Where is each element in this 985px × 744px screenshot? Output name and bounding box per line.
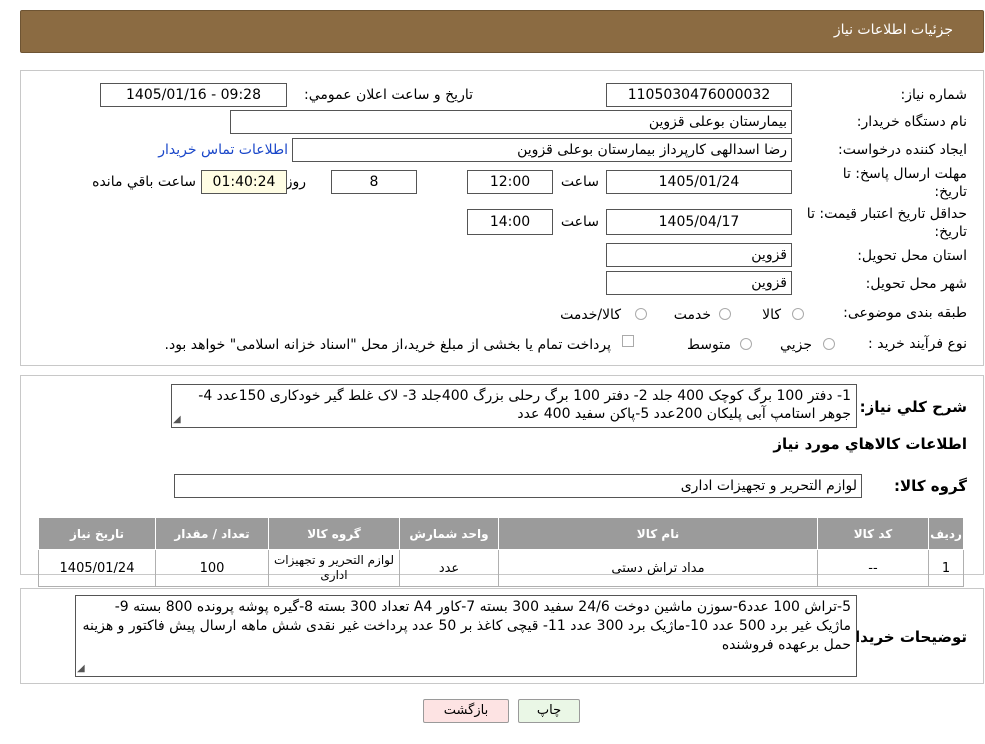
col-row: رديف [928, 517, 964, 550]
col-group: گروه كالا [268, 517, 400, 550]
cell-group: لوازم التحرير و تجهيزات اداری [268, 549, 400, 587]
process-label: نوع فرآيند خريد : [868, 336, 967, 352]
announce-field: 1405/01/16 - 09:28 [100, 83, 287, 107]
category-option-service: خدمت [673, 307, 711, 323]
category-option-both: کالا/خدمت [560, 307, 621, 323]
deadline-time-label: ساعت [560, 174, 599, 190]
deadline-label-date: تاريخ: [934, 184, 967, 200]
need-number-label: شماره نیاز: [900, 87, 968, 103]
buyer-notes-label: توضيحات خريدار: [840, 628, 967, 646]
payment-note: پرداخت تمام یا بخشی از مبلغ خرید،از محل … [164, 337, 611, 353]
col-code: كد كالا [817, 517, 929, 550]
province-label: استان محل تحویل: [857, 248, 967, 264]
city-label: شهر محل تحویل: [865, 276, 967, 292]
creator-field: رضا اسدالهی کارپرداز بیمارستان بوعلی قزو… [292, 138, 792, 162]
goods-section-title: اطلاعات كالاهاي مورد نياز [773, 435, 967, 453]
resize-handle-icon[interactable]: ◢ [173, 414, 181, 425]
province-field: قزوین [606, 243, 792, 267]
validity-label: حداقل تاريخ اعتبار قيمت: تا [806, 206, 967, 222]
col-name: نام كالا [498, 517, 818, 550]
buyer-notes-textarea[interactable]: 5-تراش 100 عدد6-سوزن ماشین دوخت 24/6 سفی… [75, 595, 857, 677]
validity-label-date: تاريخ: [934, 224, 967, 240]
col-unit: واحد شمارش [399, 517, 499, 550]
city-field: قزوین [606, 271, 792, 295]
resize-handle-icon[interactable]: ◢ [77, 663, 85, 674]
buyer-org-label: نام دستگاه خريدار: [856, 114, 967, 130]
deadline-label: مهلت ارسال پاسخ: تا [842, 166, 967, 182]
validity-time-label: ساعت [560, 214, 599, 230]
process-radio-medium[interactable] [740, 338, 752, 350]
col-date: تاريخ نياز [38, 517, 156, 550]
cell-row: 1 [928, 549, 964, 587]
category-option-goods: کالا [762, 307, 781, 323]
deadline-time-field: 12:00 [467, 170, 553, 194]
announce-label: تاریخ و ساعت اعلان عمومي: [304, 87, 473, 103]
category-radio-goods[interactable] [792, 308, 804, 320]
category-label: طبقه بندی موضوعی: [843, 305, 967, 321]
buyer-org-field: بیمارستان بوعلی قزوین [230, 110, 792, 134]
cell-name: مداد تراش دستی [498, 549, 818, 587]
page-header: جزئیات اطلاعات نیاز [20, 10, 984, 53]
days-field: 8 [331, 170, 417, 194]
creator-label: ایجاد کننده درخواست: [838, 142, 967, 158]
category-radio-service[interactable] [719, 308, 731, 320]
validity-time-field: 14:00 [467, 209, 553, 235]
back-button[interactable]: بازگشت [423, 699, 509, 723]
remaining-time-field: 01:40:24 [201, 170, 287, 194]
col-qty: تعداد / مقدار [155, 517, 269, 550]
goods-table-header: رديف كد كالا نام كالا واحد شمارش گروه كا… [38, 517, 964, 550]
summary-label: شرح كلي نياز: [859, 398, 967, 416]
goods-group-field: لوازم التحرير و تجهيزات اداری [174, 474, 862, 498]
process-radio-minor[interactable] [823, 338, 835, 350]
goods-table: رديف كد كالا نام كالا واحد شمارش گروه كا… [38, 517, 964, 587]
print-button[interactable]: چاپ [518, 699, 580, 723]
buyer-contact-link[interactable]: اطلاعات تماس خریدار [158, 142, 288, 158]
category-radio-both[interactable] [635, 308, 647, 320]
need-number-field: 1105030476000032 [606, 83, 792, 107]
validity-date-field: 1405/04/17 [606, 209, 792, 235]
remaining-time-label: ساعت باقي مانده [92, 174, 196, 190]
payment-checkbox[interactable] [622, 335, 634, 347]
process-option-medium: متوسط [687, 337, 731, 353]
cell-date: 1405/01/24 [38, 549, 156, 587]
cell-unit: عدد [399, 549, 499, 587]
page-title: جزئیات اطلاعات نیاز [833, 22, 953, 38]
table-row: 1 -- مداد تراش دستی عدد لوازم التحرير و … [38, 549, 964, 587]
summary-textarea[interactable]: 1- دفتر 100 برگ کوچک 400 جلد 2- دفتر 100… [171, 384, 857, 428]
process-option-minor: جزيي [780, 337, 812, 353]
deadline-date-field: 1405/01/24 [606, 170, 792, 194]
goods-group-label: گروه كالا: [894, 477, 967, 495]
cell-code: -- [817, 549, 929, 587]
cell-qty: 100 [155, 549, 269, 587]
